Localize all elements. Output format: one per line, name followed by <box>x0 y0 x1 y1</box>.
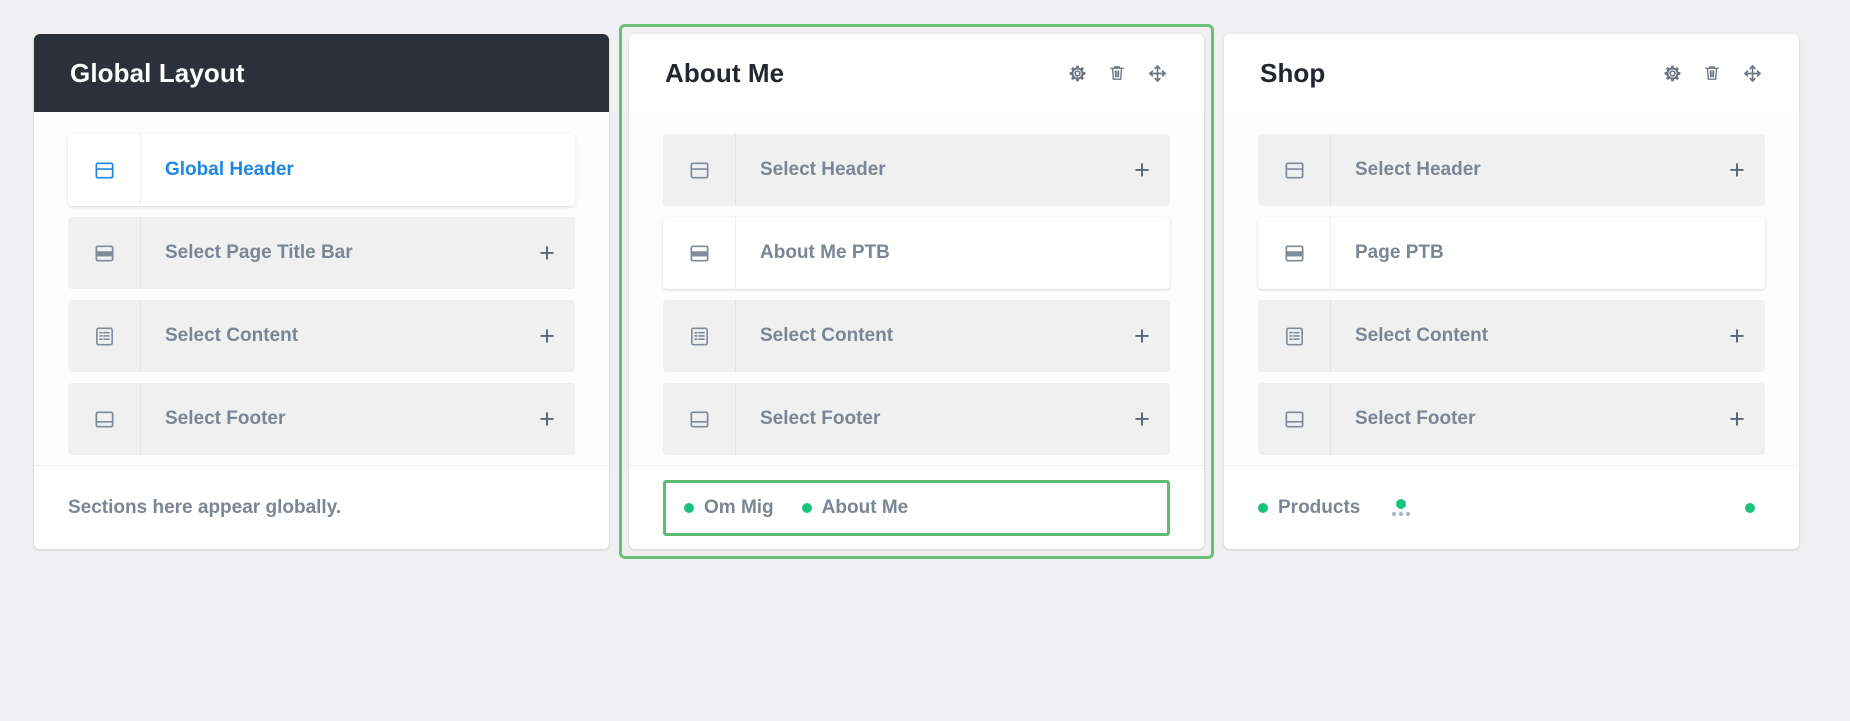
slot-label: About Me PTB <box>760 242 890 263</box>
assigned-tags: Om Mig About Me <box>663 479 1170 536</box>
footer-layout-icon <box>68 383 141 455</box>
layout-card-3[interactable]: Shop Select Header + Page PTB Select Con… <box>1224 34 1799 549</box>
card-header: Shop <box>1224 34 1799 112</box>
slot-label: Select Footer <box>1355 408 1476 429</box>
footer-note: Sections here appear globally. <box>68 496 342 518</box>
assigned-tags: Products <box>1258 480 1765 536</box>
card-title: About Me <box>665 57 785 88</box>
content-layout-icon <box>68 300 141 372</box>
slot-label: Select Content <box>760 325 894 346</box>
card-header-actions <box>1661 62 1763 84</box>
header-layout-icon <box>663 134 736 206</box>
card-footer: Products <box>1224 465 1799 549</box>
slot-label: Select Header <box>1355 159 1481 180</box>
add-section-button[interactable]: + <box>519 239 575 267</box>
add-section-button[interactable]: + <box>1114 405 1170 433</box>
card-header: About Me <box>629 34 1204 112</box>
trash-icon[interactable] <box>1106 62 1128 84</box>
header-layout-icon <box>68 134 141 206</box>
layout-card-2[interactable]: About Me Select Header + About Me PTB Se… <box>629 34 1204 549</box>
tag-item[interactable]: About Me <box>801 496 909 519</box>
layout-slot-1[interactable]: Select Header + <box>663 134 1170 206</box>
slot-label: Select Footer <box>760 408 881 429</box>
footer-layout-icon <box>1258 383 1331 455</box>
tag-dot <box>1396 499 1407 509</box>
layout-slot-2[interactable]: Page PTB <box>1258 217 1765 289</box>
slot-label: Select Content <box>165 325 299 346</box>
tag-dot-trailing <box>1745 502 1755 513</box>
slot-label: Select Page Title Bar <box>165 242 353 263</box>
layout-card-1[interactable]: Global Layout Global Header Select Page … <box>34 34 609 549</box>
move-icon[interactable] <box>1741 62 1763 84</box>
gear-icon[interactable] <box>1066 62 1088 84</box>
layout-slot-3[interactable]: Select Content + <box>68 300 575 372</box>
slot-label: Select Footer <box>165 408 286 429</box>
tag-item[interactable]: Products <box>1258 497 1360 519</box>
tag-dot <box>801 502 812 513</box>
card-title: Global Layout <box>70 57 245 88</box>
add-section-button[interactable]: + <box>1114 156 1170 184</box>
card-body: Global Header Select Page Title Bar + Sel… <box>34 112 609 465</box>
gear-icon[interactable] <box>1661 62 1683 84</box>
card-holder: Shop Select Header + Page PTB Select Con… <box>1214 24 1809 559</box>
add-section-button[interactable]: + <box>519 405 575 433</box>
slot-label: Select Content <box>1355 325 1489 346</box>
card-footer: Om Mig About Me <box>629 465 1204 549</box>
add-section-button[interactable]: + <box>1709 322 1765 350</box>
layout-slot-2[interactable]: About Me PTB <box>663 217 1170 289</box>
slot-label: Page PTB <box>1355 242 1444 263</box>
card-header: Global Layout <box>34 34 609 112</box>
tag-label: About Me <box>821 496 909 518</box>
slot-label: Global Header <box>165 159 294 180</box>
layout-slot-1[interactable]: Global Header <box>68 134 575 206</box>
layout-slot-3[interactable]: Select Content + <box>663 300 1170 372</box>
slot-label: Select Header <box>760 159 886 180</box>
content-layout-icon <box>663 300 736 372</box>
card-body: Select Header + Page PTB Select Content + … <box>1224 112 1799 465</box>
add-section-button[interactable]: + <box>1709 405 1765 433</box>
tag-overflow-indicator[interactable] <box>1392 499 1411 516</box>
tag-label: Products <box>1278 496 1361 518</box>
card-holder: Global Layout Global Header Select Page … <box>24 24 619 559</box>
tag-label: Om Mig <box>704 496 774 518</box>
move-icon[interactable] <box>1146 62 1168 84</box>
footer-layout-icon <box>663 383 736 455</box>
add-section-button[interactable]: + <box>519 322 575 350</box>
layout-slot-4[interactable]: Select Footer + <box>68 383 575 455</box>
tag-item[interactable]: Om Mig <box>684 497 774 519</box>
header-layout-icon <box>1258 134 1331 206</box>
layout-slot-4[interactable]: Select Footer + <box>663 383 1170 455</box>
page-title-bar-icon <box>663 217 736 289</box>
trash-icon[interactable] <box>1701 62 1723 84</box>
layout-slot-2[interactable]: Select Page Title Bar + <box>68 217 575 289</box>
layout-slot-4[interactable]: Select Footer + <box>1258 383 1765 455</box>
layout-board: Global Layout Global Header Select Page … <box>0 0 1850 559</box>
card-selection-wrapper: About Me Select Header + About Me PTB Se… <box>619 24 1214 559</box>
add-section-button[interactable]: + <box>1114 322 1170 350</box>
layout-slot-3[interactable]: Select Content + <box>1258 300 1765 372</box>
add-section-button[interactable]: + <box>1709 156 1765 184</box>
ellipsis-icon <box>1392 512 1411 516</box>
card-header-actions <box>1066 62 1168 84</box>
tag-dot <box>1258 502 1268 513</box>
page-title-bar-icon <box>1258 217 1331 289</box>
card-body: Select Header + About Me PTB Select Conte… <box>629 112 1204 465</box>
tag-dot <box>684 502 694 513</box>
layout-slot-1[interactable]: Select Header + <box>1258 134 1765 206</box>
card-title: Shop <box>1260 57 1326 88</box>
card-footer: Sections here appear globally. <box>34 465 609 549</box>
content-layout-icon <box>1258 300 1331 372</box>
page-title-bar-icon <box>68 217 141 289</box>
